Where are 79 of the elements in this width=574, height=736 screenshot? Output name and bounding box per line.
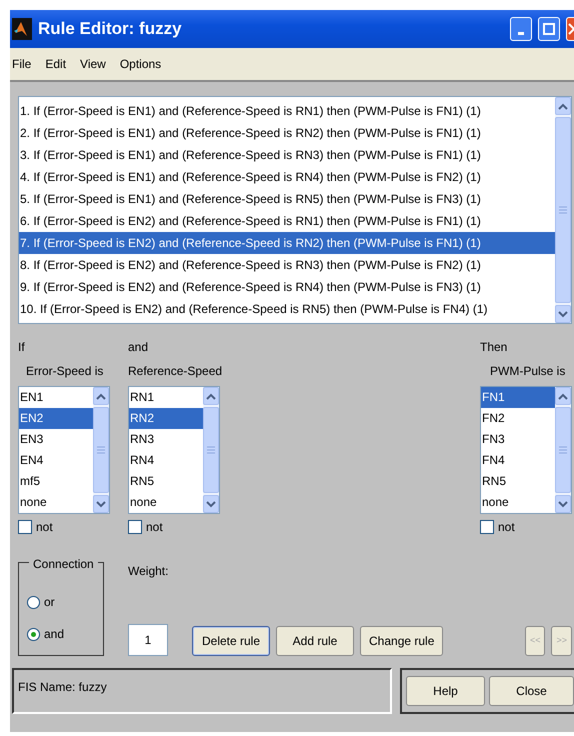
chevron-down-icon (558, 310, 568, 318)
list-item[interactable]: EN1 (19, 387, 93, 408)
scrollbar[interactable] (555, 97, 571, 323)
status-text: FIS Name: fuzzy (12, 668, 392, 714)
heading-label: and (128, 339, 150, 356)
maximize-button[interactable] (538, 17, 560, 41)
scrollbar[interactable] (93, 387, 109, 513)
rule-item[interactable]: 10. If (Error-Speed is EN2) and (Reference-Speed is RN5) then (PWM-Pulse is FN4) (1) (19, 298, 555, 320)
chevron-up-icon (206, 392, 216, 400)
list-item[interactable]: none (481, 492, 555, 513)
list-item[interactable]: none (19, 492, 93, 513)
list-item[interactable]: FN1 (481, 387, 555, 408)
rule-item[interactable]: 9. If (Error-Speed is EN2) and (Reference-Speed is RN4) then (PWM-Pulse is FN3) (1) (19, 276, 555, 298)
variable-label: Reference-Speed (128, 363, 220, 380)
chevron-down-icon (558, 500, 568, 508)
checkbox-label: not (146, 519, 163, 536)
menu-item[interactable]: File (12, 55, 32, 73)
radio-label: or (44, 594, 55, 611)
rule-item[interactable]: 1. If (Error-Speed is EN1) and (Reference-Speed is RN1) then (PWM-Pulse is FN1) (1) (19, 100, 555, 122)
rule-item[interactable]: 3. If (Error-Speed is EN1) and (Reference-Speed is RN3) then (PWM-Pulse is FN1) (1) (19, 144, 555, 166)
chevron-up-icon (558, 102, 568, 110)
grip-icon (559, 446, 567, 454)
list-item[interactable]: RN2 (129, 408, 203, 429)
maximize-icon (543, 23, 555, 35)
rule-item[interactable]: 7. If (Error-Speed is EN2) and (Reference-Speed is RN2) then (PWM-Pulse is FN1) (1) (19, 232, 555, 254)
list-item[interactable]: EN4 (19, 450, 93, 471)
list-item[interactable]: FN4 (481, 450, 555, 471)
heading-label: Then (480, 339, 508, 356)
rule-item[interactable]: 5. If (Error-Speed is EN1) and (Reference-Speed is RN5) then (PWM-Pulse is FN3) (1) (19, 188, 555, 210)
minimize-button[interactable] (510, 17, 532, 41)
list-item[interactable]: EN3 (19, 429, 93, 450)
grip-icon (559, 206, 567, 214)
radio-button[interactable] (27, 596, 40, 608)
radio-label: and (44, 626, 64, 643)
not-checkbox[interactable] (18, 520, 32, 534)
grip-icon (97, 446, 105, 454)
rule-item[interactable]: 4. If (Error-Speed is EN1) and (Reference-Speed is RN4) then (PWM-Pulse is FN2) (1) (19, 166, 555, 188)
not-checkbox[interactable] (480, 520, 494, 534)
list-item[interactable]: RN5 (129, 471, 203, 492)
list-item[interactable]: EN2 (19, 408, 93, 429)
chevron-down-icon (206, 500, 216, 508)
chevron-up-icon (558, 392, 568, 400)
rule-button[interactable]: Delete rule (192, 626, 270, 656)
rule-list[interactable] (18, 96, 572, 324)
scrollbar[interactable] (203, 387, 219, 513)
weight-field[interactable]: 1 (128, 624, 168, 656)
menu-item[interactable]: Options (120, 55, 162, 73)
footer-button[interactable]: Help (406, 676, 485, 706)
window-title: Rule Editor: fuzzy (38, 18, 183, 40)
footer-button[interactable]: Close (489, 676, 574, 706)
list-item[interactable]: RN5 (481, 471, 555, 492)
not-checkbox[interactable] (128, 520, 142, 534)
rule-item[interactable]: 2. If (Error-Speed is EN1) and (Reference-Speed is RN2) then (PWM-Pulse is FN1) (1) (19, 122, 555, 144)
chevron-up-icon (96, 392, 106, 400)
menu-item[interactable]: View (80, 55, 106, 73)
rule-button[interactable]: Change rule (360, 626, 444, 656)
radio-button[interactable] (27, 628, 40, 640)
variable-label: Error-Speed is (25, 363, 104, 380)
minimize-icon (518, 32, 524, 34)
list-item[interactable]: FN3 (481, 429, 555, 450)
rule-button[interactable]: Add rule (276, 626, 354, 656)
app-icon (12, 18, 32, 40)
weight-label: Weight: (128, 563, 170, 580)
list-item[interactable]: RN1 (129, 387, 203, 408)
list-item[interactable]: RN3 (129, 429, 203, 450)
scrollbar[interactable] (555, 387, 571, 513)
menu-item[interactable]: Edit (45, 55, 66, 73)
checkbox-label: not (498, 519, 515, 536)
heading-label: If (18, 339, 26, 356)
checkbox-label: not (36, 519, 53, 536)
rule-item[interactable]: 8. If (Error-Speed is EN2) and (Reference-Speed is RN3) then (PWM-Pulse is FN2) (1) (19, 254, 555, 276)
rule-item[interactable]: 6. If (Error-Speed is EN2) and (Reference-Speed is RN1) then (PWM-Pulse is FN1) (1) (19, 210, 555, 232)
chevron-down-icon (96, 500, 106, 508)
list-item[interactable]: none (129, 492, 203, 513)
list-item[interactable]: FN2 (481, 408, 555, 429)
list-item[interactable]: mf5 (19, 471, 93, 492)
variable-label: PWM-Pulse is (489, 363, 566, 380)
list-item[interactable]: RN4 (129, 450, 203, 471)
grip-icon (207, 446, 215, 454)
